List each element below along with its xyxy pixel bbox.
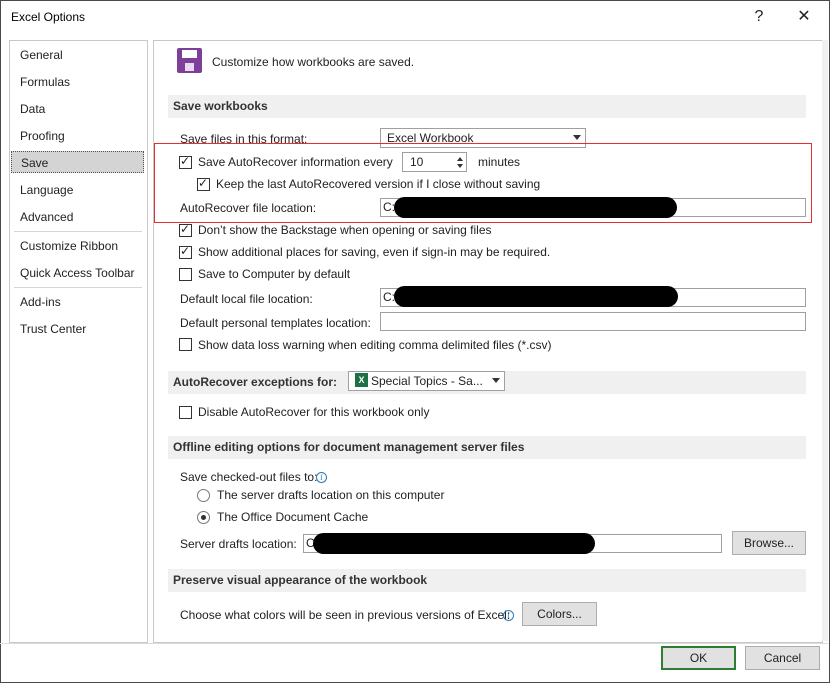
close-icon[interactable]: ✕ bbox=[784, 5, 824, 29]
sidebar-item-quick-access-toolbar[interactable]: Quick Access Toolbar bbox=[10, 262, 145, 284]
autorecover-minutes-stepper[interactable]: 10 bbox=[402, 152, 467, 172]
chevron-down-icon bbox=[492, 378, 500, 383]
data-loss-checkbox[interactable] bbox=[179, 338, 192, 351]
sidebar-item-add-ins[interactable]: Add-ins bbox=[10, 291, 145, 313]
browse-button[interactable]: Browse... bbox=[732, 531, 806, 555]
office-cache-label: The Office Document Cache bbox=[217, 510, 369, 524]
sidebar: General Formulas Data Proofing Save Lang… bbox=[9, 40, 148, 643]
office-cache-radio[interactable] bbox=[197, 511, 210, 524]
section-offline-editing: Offline editing options for document man… bbox=[168, 436, 806, 459]
sidebar-item-trust-center[interactable]: Trust Center bbox=[10, 318, 145, 340]
server-drafts-label: The server drafts location on this compu… bbox=[217, 488, 445, 502]
footer-divider bbox=[0, 643, 828, 644]
section-save-workbooks: Save workbooks bbox=[168, 95, 806, 118]
save-to-computer-label: Save to Computer by default bbox=[198, 267, 351, 281]
section-title: Save workbooks bbox=[173, 99, 268, 113]
sidebar-item-general[interactable]: General bbox=[10, 44, 145, 66]
sidebar-item-data[interactable]: Data bbox=[10, 98, 145, 120]
save-to-computer-checkbox[interactable] bbox=[179, 268, 192, 281]
sidebar-divider bbox=[14, 231, 142, 232]
autorecover-minutes-value: 10 bbox=[410, 155, 424, 169]
workbook-value: Special Topics - Sa... bbox=[371, 374, 483, 388]
minutes-label: minutes bbox=[478, 155, 521, 169]
sidebar-item-language[interactable]: Language bbox=[10, 179, 145, 201]
drafts-location-label: Server drafts location: bbox=[180, 537, 297, 551]
spin-up-icon[interactable] bbox=[457, 157, 463, 161]
sidebar-item-advanced[interactable]: Advanced bbox=[10, 206, 145, 228]
section-title: Preserve visual appearance of the workbo… bbox=[173, 573, 428, 587]
templates-label: Default personal templates location: bbox=[180, 316, 371, 330]
redaction-block bbox=[394, 286, 678, 307]
chevron-down-icon bbox=[573, 135, 581, 140]
section-title: Offline editing options for document man… bbox=[173, 440, 525, 454]
section-preserve-appearance: Preserve visual appearance of the workbo… bbox=[168, 569, 806, 592]
autorecover-label: Save AutoRecover information every bbox=[198, 155, 393, 169]
keep-last-checkbox[interactable] bbox=[197, 176, 210, 191]
backstage-label: Don’t show the Backstage when opening or… bbox=[198, 223, 492, 237]
templates-input[interactable] bbox=[380, 312, 806, 331]
sidebar-item-proofing[interactable]: Proofing bbox=[10, 125, 145, 147]
additional-places-checkbox[interactable] bbox=[179, 244, 192, 259]
window-title: Excel Options bbox=[11, 10, 86, 24]
vertical-scrollbar[interactable] bbox=[822, 40, 828, 641]
sidebar-item-customize-ribbon[interactable]: Customize Ribbon bbox=[10, 235, 145, 257]
save-checked-out-label: Save checked-out files to: bbox=[180, 470, 318, 484]
title-bar: Excel Options ? ✕ bbox=[1, 1, 829, 33]
server-drafts-radio[interactable] bbox=[197, 489, 210, 502]
excel-workbook-icon: X bbox=[355, 373, 368, 387]
section-title: AutoRecover exceptions for: bbox=[173, 375, 338, 389]
spin-down-icon[interactable] bbox=[457, 164, 463, 168]
cancel-button[interactable]: Cancel bbox=[745, 646, 820, 670]
backstage-checkbox[interactable] bbox=[179, 222, 192, 237]
colors-button[interactable]: Colors... bbox=[522, 602, 597, 626]
info-icon[interactable]: i bbox=[316, 472, 327, 483]
help-icon[interactable]: ? bbox=[739, 5, 779, 29]
additional-places-label: Show additional places for saving, even … bbox=[198, 245, 551, 259]
disable-autorecover-label: Disable AutoRecover for this workbook on… bbox=[198, 405, 430, 419]
redaction-block bbox=[394, 197, 677, 218]
data-loss-label: Show data loss warning when editing comm… bbox=[198, 338, 552, 352]
disable-autorecover-checkbox[interactable] bbox=[179, 406, 192, 419]
colors-label: Choose what colors will be seen in previ… bbox=[180, 608, 511, 622]
save-floppy-icon bbox=[177, 48, 202, 73]
autorecover-checkbox[interactable] bbox=[179, 154, 192, 169]
info-icon[interactable]: i bbox=[503, 610, 514, 621]
keep-last-label: Keep the last AutoRecovered version if I… bbox=[216, 177, 541, 191]
sidebar-item-formulas[interactable]: Formulas bbox=[10, 71, 145, 93]
workbook-select[interactable]: Special Topics - Sa... bbox=[348, 371, 505, 391]
ok-button[interactable]: OK bbox=[661, 646, 736, 670]
sidebar-divider bbox=[14, 287, 142, 288]
page-title: Customize how workbooks are saved. bbox=[212, 55, 415, 69]
default-local-label: Default local file location: bbox=[180, 292, 313, 306]
sidebar-item-save[interactable]: Save bbox=[11, 151, 144, 173]
ar-location-label: AutoRecover file location: bbox=[180, 201, 317, 215]
redaction-block bbox=[313, 533, 595, 554]
